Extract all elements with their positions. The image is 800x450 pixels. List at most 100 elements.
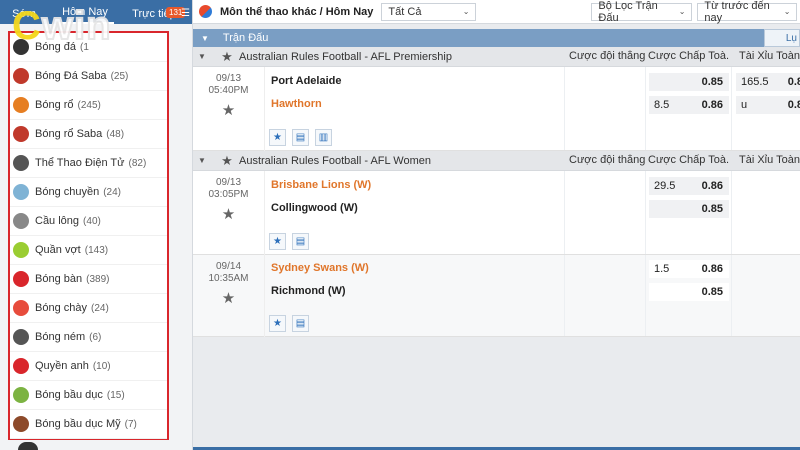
sidebar-item-label: Quyền anh (35, 360, 89, 372)
scoreboard-icon[interactable]: ▤ (292, 129, 309, 146)
baseball-icon (13, 300, 29, 316)
sidebar-item-count: (389) (86, 273, 110, 285)
col-moneyline: Cược đội thắng (569, 154, 646, 166)
col-over-under: Tài Xỉu Toàn T (739, 154, 800, 166)
sidebar-item-count: (245) (77, 99, 101, 111)
sidebar-item-sport[interactable]: Bóng bầu dục Mỹ (7) (10, 410, 167, 439)
sidebar-item-sport[interactable]: Bóng ném (6) (10, 323, 167, 352)
over-odds[interactable]: 165.5 0.8 (736, 73, 800, 91)
menu-icon[interactable]: ☰ (181, 8, 190, 19)
american-football-icon (13, 416, 29, 432)
favorite-star-icon[interactable]: ★ (269, 129, 286, 146)
sidebar-item-count: (1 (79, 41, 89, 53)
sidebar-item-count: (82) (128, 157, 147, 169)
soccer-saba-icon (13, 68, 29, 84)
match-filter-value: Bộ Lọc Trận Đấu (598, 0, 658, 24)
sidebar-item-sport[interactable]: Cầu lông (40) (10, 207, 167, 236)
sport-list: Bóng đá (1 Bóng Đá Saba (25) Bóng rổ (245) Bón… (8, 31, 169, 440)
tab-early[interactable]: Sớm (0, 8, 48, 24)
esports-icon (13, 155, 29, 171)
match-row: 09/13 05:40PM ★ Port Adelaide Hawthorn 0.… (193, 67, 800, 151)
sport-ball-icon (199, 5, 212, 18)
favorite-star-icon[interactable]: ★ (269, 233, 286, 250)
sidebar-item-sport[interactable]: Bóng rổ (245) (10, 91, 167, 120)
league-header[interactable]: ▼ ★ Australian Rules Football - AFL Prem… (193, 47, 800, 67)
favorite-star-icon[interactable]: ★ (193, 289, 264, 307)
favorite-star-icon[interactable]: ★ (193, 101, 264, 119)
sidebar-item-sport[interactable]: Bóng bầu dục (15) (10, 381, 167, 410)
sidebar-item-count: (6) (89, 331, 102, 343)
badminton-icon (13, 213, 29, 229)
sidebar-item-label: Bóng bầu dục (35, 389, 103, 401)
sidebar-item-count: (7) (124, 418, 137, 430)
match-clock: 10:35AM (208, 273, 249, 284)
away-team: Collingwood (W) (271, 202, 358, 214)
table-tennis-icon (13, 271, 29, 287)
sidebar-item-sport[interactable]: Quần vợt (143) (10, 236, 167, 265)
sidebar-item-sport[interactable]: Bóng rổ Saba (48) (10, 120, 167, 149)
sidebar-bottom-icon (18, 442, 38, 450)
favorite-star-icon[interactable]: ★ (193, 205, 264, 223)
sidebar-item-label: Bóng bầu dục Mỹ (35, 418, 121, 430)
away-team: Richmond (W) (271, 285, 346, 297)
away-team: Hawthorn (271, 98, 322, 110)
league-name: Australian Rules Football - AFL Women (239, 154, 431, 167)
match-actions: ★ ▤ ▥ (269, 129, 332, 146)
collapse-icon[interactable]: ▼ (195, 156, 209, 165)
sidebar-item-sport[interactable]: Thể Thao Điện Tử (82) (10, 149, 167, 178)
match-header-label: Trận Đấu (222, 32, 269, 44)
match-date: 09/13 (215, 177, 242, 188)
match-row: 09/13 03:05PM ★ Brisbane Lions (W) Collin… (193, 171, 800, 255)
sidebar-item-count: (24) (103, 186, 122, 198)
handicap-away-odds[interactable]: 0.85 (649, 283, 729, 301)
tab-today[interactable]: Hôm Nay (56, 6, 114, 24)
sidebar-item-label: Quần vợt (35, 244, 81, 256)
favorite-star-icon[interactable]: ★ (217, 49, 237, 65)
layout-button[interactable]: Lụ (764, 29, 800, 47)
handicap-home-odds[interactable]: 0.85 (649, 73, 729, 91)
handicap-away-odds[interactable]: 8.5 0.86 (649, 96, 729, 114)
scoreboard-icon[interactable]: ▤ (292, 233, 309, 250)
sidebar-item-label: Bóng rổ Saba (35, 128, 103, 140)
sidebar-item-sport[interactable]: Quyền anh (10) (10, 352, 167, 381)
sidebar-item-sport[interactable]: Bóng chuyền (24) (10, 178, 167, 207)
match-filter-select[interactable]: Bộ Lọc Trận Đấu ⌄ (591, 0, 693, 24)
page-title: Môn thể thao khác / Hôm Nay (220, 5, 374, 18)
collapse-icon[interactable]: ▼ (201, 34, 209, 43)
col-handicap: Cược Chấp Toà... (648, 50, 730, 62)
scoreboard-icon[interactable]: ▤ (292, 315, 309, 332)
sidebar-item-sport[interactable]: Bóng bàn (389) (10, 265, 167, 294)
handicap-home-odds[interactable]: 1.5 0.86 (649, 260, 729, 278)
sort-select[interactable]: Từ trước đến nay ⌄ (697, 0, 798, 24)
match-clock: 03:05PM (208, 189, 249, 200)
volleyball-icon (13, 184, 29, 200)
league-name: Australian Rules Football - AFL Premiers… (239, 50, 452, 63)
collapse-icon[interactable]: ▼ (195, 52, 209, 61)
chevron-down-icon: ⌄ (678, 7, 686, 16)
sidebar-tabs: Sớm Hôm Nay Trực tiếp 131 ☰ (0, 0, 192, 24)
match-time: 09/13 05:40PM ★ (193, 67, 265, 151)
boxing-icon (13, 358, 29, 374)
sidebar-item-label: Thể Thao Điện Tử (35, 157, 125, 169)
match-clock: 05:40PM (208, 85, 249, 96)
sidebar-item-sport[interactable]: Bóng Đá Saba (25) (10, 62, 167, 91)
stats-icon[interactable]: ▥ (315, 129, 332, 146)
market-select[interactable]: Tất Cả ⌄ (381, 2, 477, 21)
sidebar-item-label: Bóng chày (35, 302, 87, 314)
favorite-star-icon[interactable]: ★ (269, 315, 286, 332)
sidebar-item-count: (48) (106, 128, 125, 140)
sidebar-item-label: Bóng chuyền (35, 186, 100, 198)
match-date: 09/14 (215, 261, 242, 272)
sidebar-item-sport[interactable]: Bóng chày (24) (10, 294, 167, 323)
sidebar-item-sport[interactable]: Bóng đá (1 (10, 33, 167, 62)
favorite-star-icon[interactable]: ★ (217, 153, 237, 169)
handicap-home-odds[interactable]: 29.5 0.86 (649, 177, 729, 195)
top-bar: Môn thể thao khác / Hôm Nay Tất Cả ⌄ Bộ L… (193, 0, 800, 24)
sidebar-item-label: Bóng đá (35, 41, 76, 53)
basketball-icon (13, 97, 29, 113)
handicap-away-odds[interactable]: 0.85 (649, 200, 729, 218)
home-team: Port Adelaide (271, 75, 342, 87)
under-odds[interactable]: u 0.8 (736, 96, 800, 114)
league-header[interactable]: ▼ ★ Australian Rules Football - AFL Wome… (193, 151, 800, 171)
sidebar-item-count: (15) (106, 389, 125, 401)
